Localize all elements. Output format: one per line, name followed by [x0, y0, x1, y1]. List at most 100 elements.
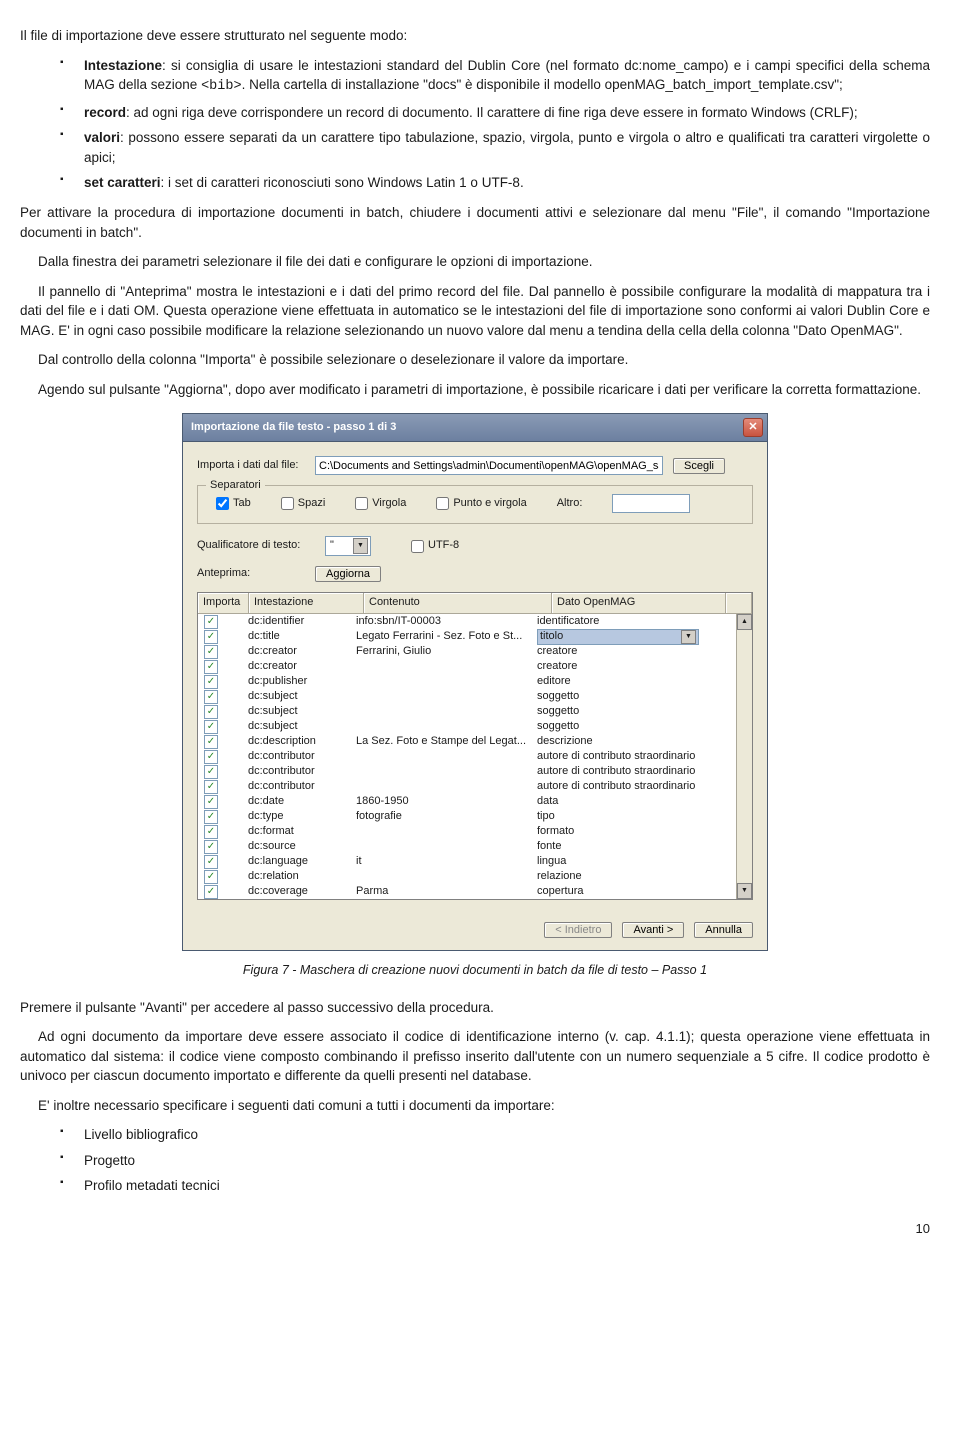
- table-row: ✓dc:contributorautore di contributo stra…: [198, 779, 736, 794]
- import-checkbox[interactable]: ✓: [198, 630, 248, 644]
- cell-intestazione: dc:creator: [248, 659, 356, 675]
- cell-contenuto: La Sez. Foto e Stampe del Legat...: [356, 734, 537, 750]
- import-checkbox[interactable]: ✓: [198, 765, 248, 779]
- import-checkbox[interactable]: ✓: [198, 660, 248, 674]
- table-row: ✓dc:publisher editore: [198, 674, 736, 689]
- qualifier-combo[interactable]: " ▼: [325, 536, 371, 556]
- list-item: record: ad ogni riga deve corrispondere …: [20, 103, 930, 123]
- cell-dato-openmag[interactable]: creatore: [537, 644, 736, 660]
- table-row: ✓dc:identifierinfo:sbn/IT-00003identific…: [198, 614, 736, 629]
- col-dato-openmag[interactable]: Dato OpenMAG: [552, 593, 726, 613]
- cell-dato-openmag[interactable]: autore di contributo straordinario: [537, 779, 736, 795]
- tab-checkbox[interactable]: Tab: [216, 496, 251, 512]
- next-button[interactable]: Avanti >: [622, 922, 684, 938]
- cancel-button[interactable]: Annulla: [694, 922, 753, 938]
- spazi-checkbox[interactable]: Spazi: [281, 496, 326, 512]
- table-row: ✓dc:creatorFerrarini, Giuliocreatore: [198, 644, 736, 659]
- aggiorna-button[interactable]: Aggiorna: [315, 566, 381, 582]
- cell-dato-openmag[interactable]: lingua: [537, 854, 736, 870]
- import-checkbox[interactable]: ✓: [198, 810, 248, 824]
- list-item: Progetto: [20, 1151, 930, 1171]
- import-checkbox[interactable]: ✓: [198, 690, 248, 704]
- bullet-bold: set caratteri: [84, 175, 161, 190]
- bullet-text: : possono essere separati da un caratter…: [84, 130, 930, 165]
- import-file-input[interactable]: [315, 456, 663, 475]
- bullet-bold: record: [84, 105, 126, 120]
- cell-dato-openmag[interactable]: soggetto: [537, 689, 736, 705]
- cell-dato-openmag[interactable]: formato: [537, 824, 736, 840]
- cell-dato-openmag[interactable]: tipo: [537, 809, 736, 825]
- import-dialog: Importazione da file testo - passo 1 di …: [182, 413, 768, 951]
- cell-dato-openmag[interactable]: descrizione: [537, 734, 736, 750]
- punto-virgola-checkbox[interactable]: Punto e virgola: [436, 496, 526, 512]
- browse-button[interactable]: Scegli: [673, 458, 725, 474]
- import-checkbox[interactable]: ✓: [198, 870, 248, 884]
- import-checkbox[interactable]: ✓: [198, 840, 248, 854]
- altro-label: Altro:: [557, 496, 583, 512]
- list-item: Profilo metadati tecnici: [20, 1176, 930, 1196]
- col-importa[interactable]: Importa: [198, 593, 249, 613]
- cell-intestazione: dc:type: [248, 809, 356, 825]
- paragraph: E' inoltre necessario specificare i segu…: [20, 1096, 930, 1116]
- list-item: Livello bibliografico: [20, 1125, 930, 1145]
- cell-contenuto: fotografie: [356, 809, 537, 825]
- cell-intestazione: dc:subject: [248, 689, 356, 705]
- import-checkbox[interactable]: ✓: [198, 675, 248, 689]
- cell-dato-openmag[interactable]: autore di contributo straordinario: [537, 764, 736, 780]
- altro-input[interactable]: [612, 494, 690, 513]
- cell-contenuto: info:sbn/IT-00003: [356, 614, 537, 630]
- cell-dato-openmag[interactable]: data: [537, 794, 736, 810]
- bullet-code: <bib>: [201, 79, 242, 94]
- close-icon[interactable]: ✕: [743, 418, 763, 437]
- import-checkbox[interactable]: ✓: [198, 615, 248, 629]
- bullet-bold: valori: [84, 130, 120, 145]
- paragraph: Dal controllo della colonna "Importa" è …: [20, 350, 930, 370]
- cell-contenuto: it: [356, 854, 537, 870]
- scroll-header: [726, 593, 752, 613]
- cell-dato-openmag[interactable]: soggetto: [537, 719, 736, 735]
- import-checkbox[interactable]: ✓: [198, 750, 248, 764]
- cell-dato-openmag[interactable]: fonte: [537, 839, 736, 855]
- cell-dato-openmag[interactable]: creatore: [537, 659, 736, 675]
- col-contenuto[interactable]: Contenuto: [364, 593, 552, 613]
- table-row: ✓dc:sourcefonte: [198, 839, 736, 854]
- import-checkbox[interactable]: ✓: [198, 855, 248, 869]
- virgola-checkbox[interactable]: Virgola: [355, 496, 406, 512]
- table-row: ✓dc:date1860-1950data: [198, 794, 736, 809]
- import-checkbox[interactable]: ✓: [198, 645, 248, 659]
- table-row: ✓dc:relationrelazione: [198, 869, 736, 884]
- bullet-text: : ad ogni riga deve corrispondere un rec…: [126, 105, 858, 120]
- cell-intestazione: dc:creator: [248, 644, 356, 660]
- scroll-down-icon[interactable]: ▼: [737, 883, 752, 899]
- cell-dato-openmag[interactable]: titolo▼: [537, 629, 736, 645]
- cell-dato-openmag[interactable]: soggetto: [537, 704, 736, 720]
- bullet-bold: Intestazione: [84, 58, 162, 73]
- cell-dato-openmag[interactable]: editore: [537, 674, 736, 690]
- bullet-list-2: Livello bibliografico Progetto Profilo m…: [20, 1125, 930, 1196]
- cell-contenuto: Ferrarini, Giulio: [356, 644, 537, 660]
- import-checkbox[interactable]: ✓: [198, 705, 248, 719]
- cell-dato-openmag[interactable]: copertura: [537, 884, 736, 900]
- import-checkbox[interactable]: ✓: [198, 720, 248, 734]
- import-checkbox[interactable]: ✓: [198, 795, 248, 809]
- import-checkbox[interactable]: ✓: [198, 735, 248, 749]
- cell-dato-openmag[interactable]: identificatore: [537, 614, 736, 630]
- intro-text: Il file di importazione deve essere stru…: [20, 26, 930, 46]
- scrollbar[interactable]: ▲ ▼: [736, 614, 752, 899]
- import-checkbox[interactable]: ✓: [198, 780, 248, 794]
- col-intestazione[interactable]: Intestazione: [249, 593, 364, 613]
- paragraph: Per attivare la procedura di importazion…: [20, 203, 930, 242]
- paragraph: Dalla finestra dei parametri selezionare…: [20, 252, 930, 272]
- utf8-checkbox[interactable]: UTF-8: [411, 538, 459, 554]
- cell-dato-openmag[interactable]: autore di contributo straordinario: [537, 749, 736, 765]
- cell-dato-openmag[interactable]: relazione: [537, 869, 736, 885]
- scroll-up-icon[interactable]: ▲: [737, 614, 752, 630]
- import-checkbox[interactable]: ✓: [198, 825, 248, 839]
- table-row: ✓dc:formatformato: [198, 824, 736, 839]
- bullet-text2: . Nella cartella di installazione "docs"…: [242, 77, 843, 92]
- paragraph: Ad ogni documento da importare deve esse…: [20, 1027, 930, 1086]
- import-checkbox[interactable]: ✓: [198, 885, 248, 899]
- table-row: ✓dc:coverageParmacopertura: [198, 884, 736, 899]
- dialog-titlebar[interactable]: Importazione da file testo - passo 1 di …: [183, 414, 767, 442]
- cell-intestazione: dc:publisher: [248, 674, 356, 690]
